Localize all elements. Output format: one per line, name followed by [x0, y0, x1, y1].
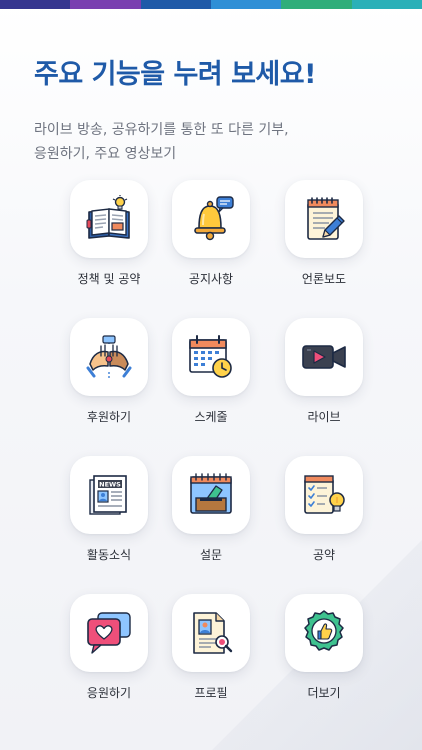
feature-label: 언론보도 — [301, 272, 347, 286]
feature-tile[interactable] — [285, 180, 363, 258]
video-camera-icon — [302, 345, 346, 369]
calendar-clock-icon — [189, 335, 232, 378]
newspaper-icon: NEWS — [89, 475, 127, 515]
feature-label: 활동소식 — [86, 548, 132, 562]
bell-icon — [194, 196, 234, 241]
notepad-pencil-icon — [307, 197, 345, 240]
color-bar-segment — [210, 0, 282, 9]
color-bar-segment — [0, 0, 71, 9]
heart-chat-icon — [87, 612, 131, 654]
feature-tile[interactable] — [285, 456, 363, 534]
feature-tile[interactable] — [285, 594, 363, 672]
thumbs-up-badge-icon — [304, 610, 344, 651]
feature-label: 후원하기 — [86, 410, 132, 424]
profile-document-icon — [193, 612, 233, 654]
feature-label: 정책 및 공약 — [77, 272, 141, 286]
feature-tile[interactable] — [172, 456, 250, 534]
page-subtitle: 라이브 방송, 공유하기를 통한 또 다른 기부, 응원하기, 주요 영상보기 — [34, 118, 394, 166]
helping-hands-icon — [86, 335, 132, 378]
feature-tile[interactable] — [70, 318, 148, 396]
feature-tile[interactable] — [70, 180, 148, 258]
svg-text:NEWS: NEWS — [99, 481, 121, 489]
feature-label: 프로필 — [194, 686, 228, 700]
color-bar-segment — [70, 0, 141, 9]
feature-label: 응원하기 — [86, 686, 132, 700]
feature-label: 라이브 — [307, 410, 341, 424]
feature-tile[interactable] — [172, 594, 250, 672]
feature-tile[interactable] — [285, 318, 363, 396]
feature-tile[interactable] — [172, 318, 250, 396]
feature-tile[interactable] — [70, 594, 148, 672]
ballot-box-icon — [190, 473, 232, 514]
color-bar-segment — [281, 0, 352, 9]
page-title: 주요 기능을 누려 보세요! — [34, 59, 316, 90]
feature-tile[interactable] — [172, 180, 250, 258]
feature-label: 공지사항 — [188, 272, 234, 286]
feature-tile[interactable]: NEWS — [70, 456, 148, 534]
subtitle-line: 라이브 방송, 공유하기를 통한 또 다른 기부, — [34, 122, 289, 138]
feature-label: 공약 — [312, 548, 336, 562]
feature-label: 더보기 — [307, 686, 341, 700]
feature-label: 스케줄 — [194, 410, 228, 424]
checklist-lightbulb-icon — [304, 475, 345, 514]
color-bar-segment — [351, 0, 422, 9]
color-bar-segment — [140, 0, 211, 9]
top-color-bar — [0, 0, 422, 9]
book-lightbulb-icon — [86, 195, 130, 239]
feature-label: 설문 — [199, 548, 223, 562]
subtitle-line: 응원하기, 주요 영상보기 — [34, 146, 177, 162]
